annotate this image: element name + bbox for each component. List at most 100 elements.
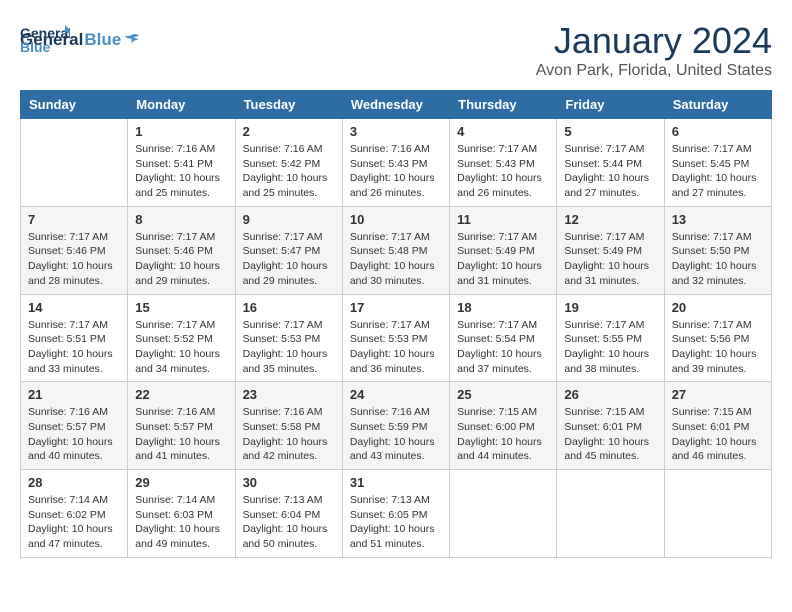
weekday-header-tuesday: Tuesday [235,91,342,119]
calendar-cell [557,470,664,558]
day-number: 27 [672,387,764,402]
day-info: Sunrise: 7:16 AMSunset: 5:59 PMDaylight:… [350,405,442,464]
day-number: 24 [350,387,442,402]
day-info: Sunrise: 7:17 AMSunset: 5:48 PMDaylight:… [350,230,442,289]
day-number: 18 [457,300,549,315]
weekday-header-row: SundayMondayTuesdayWednesdayThursdayFrid… [21,91,772,119]
calendar-cell: 10 Sunrise: 7:17 AMSunset: 5:48 PMDayligh… [342,206,449,294]
calendar-cell [664,470,771,558]
calendar-cell: 16 Sunrise: 7:17 AMSunset: 5:53 PMDayligh… [235,294,342,382]
day-info: Sunrise: 7:17 AMSunset: 5:50 PMDaylight:… [672,230,764,289]
day-number: 7 [28,212,120,227]
calendar-cell: 9 Sunrise: 7:17 AMSunset: 5:47 PMDaylight… [235,206,342,294]
calendar-cell: 1 Sunrise: 7:16 AMSunset: 5:41 PMDaylight… [128,119,235,207]
day-number: 6 [672,124,764,139]
title-block: January 2024 Avon Park, Florida, United … [536,20,772,80]
day-info: Sunrise: 7:17 AMSunset: 5:52 PMDaylight:… [135,318,227,377]
calendar-cell: 7Sunrise: 7:17 AMSunset: 5:46 PMDaylight… [21,206,128,294]
weekday-header-saturday: Saturday [664,91,771,119]
day-number: 19 [564,300,656,315]
month-year-title: January 2024 [536,20,772,62]
day-info: Sunrise: 7:14 AMSunset: 6:02 PMDaylight:… [28,493,120,552]
calendar-cell: 31 Sunrise: 7:13 AMSunset: 6:05 PMDayligh… [342,470,449,558]
calendar-table: SundayMondayTuesdayWednesdayThursdayFrid… [20,90,772,558]
day-info: Sunrise: 7:16 AMSunset: 5:58 PMDaylight:… [243,405,335,464]
day-number: 3 [350,124,442,139]
day-info: Sunrise: 7:17 AMSunset: 5:45 PMDaylight:… [672,142,764,201]
page-header: General Blue General Blue January 2024 A… [20,20,772,80]
day-number: 16 [243,300,335,315]
day-info: Sunrise: 7:13 AMSunset: 6:04 PMDaylight:… [243,493,335,552]
calendar-cell: 29 Sunrise: 7:14 AMSunset: 6:03 PMDayligh… [128,470,235,558]
logo: General Blue General Blue [20,20,141,50]
bird-icon [123,31,141,49]
day-number: 14 [28,300,120,315]
weekday-header-thursday: Thursday [450,91,557,119]
calendar-cell: 8Sunrise: 7:17 AMSunset: 5:46 PMDaylight… [128,206,235,294]
calendar-cell: 11 Sunrise: 7:17 AMSunset: 5:49 PMDayligh… [450,206,557,294]
calendar-cell: 24 Sunrise: 7:16 AMSunset: 5:59 PMDayligh… [342,382,449,470]
day-info: Sunrise: 7:17 AMSunset: 5:43 PMDaylight:… [457,142,549,201]
day-info: Sunrise: 7:15 AMSunset: 6:01 PMDaylight:… [564,405,656,464]
calendar-cell: 25 Sunrise: 7:15 AMSunset: 6:00 PMDayligh… [450,382,557,470]
calendar-cell: 13 Sunrise: 7:17 AMSunset: 5:50 PMDayligh… [664,206,771,294]
weekday-header-monday: Monday [128,91,235,119]
calendar-cell [21,119,128,207]
calendar-cell: 14Sunrise: 7:17 AMSunset: 5:51 PMDayligh… [21,294,128,382]
week-row-1: 1 Sunrise: 7:16 AMSunset: 5:41 PMDaylight… [21,119,772,207]
calendar-cell: 3 Sunrise: 7:16 AMSunset: 5:43 PMDaylight… [342,119,449,207]
calendar-cell: 18Sunrise: 7:17 AMSunset: 5:54 PMDayligh… [450,294,557,382]
day-number: 10 [350,212,442,227]
day-number: 21 [28,387,120,402]
day-number: 25 [457,387,549,402]
day-info: Sunrise: 7:17 AMSunset: 5:49 PMDaylight:… [564,230,656,289]
week-row-3: 14Sunrise: 7:17 AMSunset: 5:51 PMDayligh… [21,294,772,382]
day-info: Sunrise: 7:15 AMSunset: 6:00 PMDaylight:… [457,405,549,464]
weekday-header-friday: Friday [557,91,664,119]
day-number: 5 [564,124,656,139]
calendar-cell: 23Sunrise: 7:16 AMSunset: 5:58 PMDayligh… [235,382,342,470]
calendar-cell: 5Sunrise: 7:17 AMSunset: 5:44 PMDaylight… [557,119,664,207]
calendar-cell: 28 Sunrise: 7:14 AMSunset: 6:02 PMDayligh… [21,470,128,558]
calendar-cell: 6 Sunrise: 7:17 AMSunset: 5:45 PMDaylight… [664,119,771,207]
day-number: 12 [564,212,656,227]
day-info: Sunrise: 7:14 AMSunset: 6:03 PMDaylight:… [135,493,227,552]
day-number: 28 [28,475,120,490]
svg-text:Blue: Blue [20,39,51,55]
day-info: Sunrise: 7:16 AMSunset: 5:57 PMDaylight:… [135,405,227,464]
day-number: 2 [243,124,335,139]
day-number: 9 [243,212,335,227]
calendar-cell [450,470,557,558]
day-number: 1 [135,124,227,139]
calendar-cell: 15 Sunrise: 7:17 AMSunset: 5:52 PMDayligh… [128,294,235,382]
calendar-cell: 4Sunrise: 7:17 AMSunset: 5:43 PMDaylight… [450,119,557,207]
calendar-cell: 20 Sunrise: 7:17 AMSunset: 5:56 PMDayligh… [664,294,771,382]
week-row-4: 21 Sunrise: 7:16 AMSunset: 5:57 PMDayligh… [21,382,772,470]
day-number: 11 [457,212,549,227]
day-number: 15 [135,300,227,315]
calendar-cell: 2 Sunrise: 7:16 AMSunset: 5:42 PMDaylight… [235,119,342,207]
day-info: Sunrise: 7:17 AMSunset: 5:53 PMDaylight:… [350,318,442,377]
day-number: 22 [135,387,227,402]
day-info: Sunrise: 7:16 AMSunset: 5:57 PMDaylight:… [28,405,120,464]
day-info: Sunrise: 7:17 AMSunset: 5:56 PMDaylight:… [672,318,764,377]
day-info: Sunrise: 7:17 AMSunset: 5:53 PMDaylight:… [243,318,335,377]
day-info: Sunrise: 7:15 AMSunset: 6:01 PMDaylight:… [672,405,764,464]
weekday-header-sunday: Sunday [21,91,128,119]
week-row-2: 7Sunrise: 7:17 AMSunset: 5:46 PMDaylight… [21,206,772,294]
day-info: Sunrise: 7:16 AMSunset: 5:41 PMDaylight:… [135,142,227,201]
calendar-cell: 12 Sunrise: 7:17 AMSunset: 5:49 PMDayligh… [557,206,664,294]
day-number: 13 [672,212,764,227]
day-info: Sunrise: 7:13 AMSunset: 6:05 PMDaylight:… [350,493,442,552]
day-info: Sunrise: 7:16 AMSunset: 5:43 PMDaylight:… [350,142,442,201]
day-info: Sunrise: 7:16 AMSunset: 5:42 PMDaylight:… [243,142,335,201]
day-number: 31 [350,475,442,490]
day-number: 20 [672,300,764,315]
location-subtitle: Avon Park, Florida, United States [536,62,772,80]
calendar-cell: 22 Sunrise: 7:16 AMSunset: 5:57 PMDayligh… [128,382,235,470]
day-info: Sunrise: 7:17 AMSunset: 5:47 PMDaylight:… [243,230,335,289]
day-number: 29 [135,475,227,490]
calendar-cell: 26Sunrise: 7:15 AMSunset: 6:01 PMDayligh… [557,382,664,470]
day-info: Sunrise: 7:17 AMSunset: 5:49 PMDaylight:… [457,230,549,289]
week-row-5: 28 Sunrise: 7:14 AMSunset: 6:02 PMDayligh… [21,470,772,558]
